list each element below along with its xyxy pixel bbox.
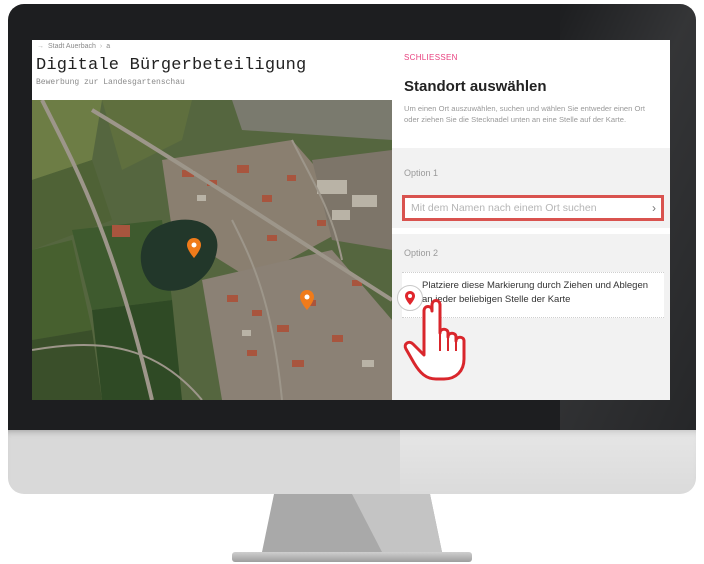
- panel-description: Um einen Ort auszuwählen, suchen und wäh…: [404, 104, 646, 124]
- page-title: Digitale Bürgerbeteiligung: [36, 56, 307, 75]
- close-button[interactable]: SCHLIESSEN: [404, 53, 458, 62]
- chevron-right-icon: ›: [652, 201, 656, 215]
- place-search-button[interactable]: Mit dem Namen nach einem Ort suchen ›: [402, 195, 664, 221]
- map-imagery: [32, 100, 392, 400]
- monitor-stand: [262, 494, 442, 552]
- breadcrumb-item-current[interactable]: a: [106, 43, 110, 50]
- place-search-label: Mit dem Namen nach einem Ort suchen: [411, 202, 597, 214]
- map-marker-icon[interactable]: [300, 290, 314, 310]
- page-subtitle: Bewerbung zur Landesgartenschau: [36, 78, 185, 87]
- satellite-map[interactable]: [32, 100, 392, 400]
- screen: → Stadt Auerbach › a Digitale Bürgerbete…: [32, 40, 670, 400]
- panel-title: Standort auswählen: [404, 78, 547, 95]
- map-marker-icon[interactable]: [187, 238, 201, 258]
- option2-label: Option 2: [404, 248, 439, 258]
- option1-label: Option 1: [404, 168, 439, 178]
- location-panel: SCHLIESSEN Standort auswählen Um einen O…: [392, 40, 670, 400]
- chin-reflection: [400, 430, 696, 494]
- breadcrumb-item-city[interactable]: Stadt Auerbach: [48, 43, 96, 50]
- breadcrumb: → Stadt Auerbach › a: [37, 43, 110, 50]
- map-pane: → Stadt Auerbach › a Digitale Bürgerbete…: [32, 40, 392, 400]
- page-header: → Stadt Auerbach › a Digitale Bürgerbete…: [32, 40, 392, 100]
- monitor-stand-base: [232, 552, 472, 562]
- breadcrumb-separator-icon: ›: [99, 43, 103, 50]
- hand-pointer-icon: [403, 299, 466, 381]
- breadcrumb-arrow-icon: →: [37, 43, 44, 50]
